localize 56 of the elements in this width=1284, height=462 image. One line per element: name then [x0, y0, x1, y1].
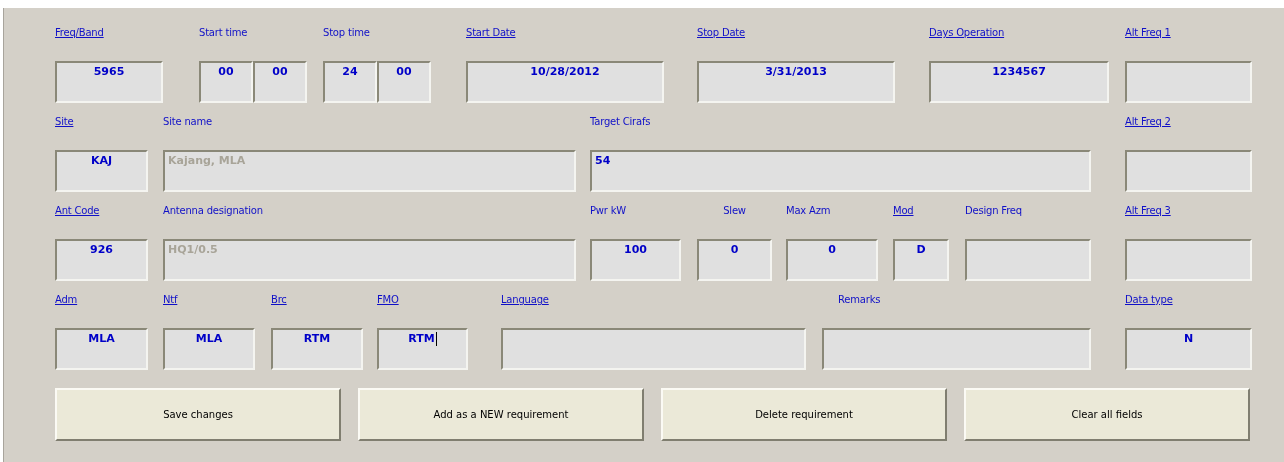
input-field[interactable]: N — [1125, 328, 1252, 370]
input-field[interactable]: RTM — [377, 328, 468, 370]
action-button[interactable]: Add as a NEW requirement — [358, 388, 644, 441]
input-field[interactable] — [1125, 239, 1252, 281]
field-link[interactable]: FMO — [377, 293, 399, 307]
field-link[interactable]: Site — [55, 115, 74, 129]
input-field[interactable]: MLA — [55, 328, 148, 370]
field-link[interactable]: Mod — [893, 204, 914, 218]
field-link[interactable]: Adm — [55, 293, 78, 307]
input-field[interactable] — [822, 328, 1091, 370]
input-field[interactable] — [965, 239, 1091, 281]
action-button[interactable]: Save changes — [55, 388, 341, 441]
input-field[interactable]: D — [893, 239, 949, 281]
field-link[interactable]: Alt Freq 2 — [1125, 115, 1171, 129]
field-link[interactable]: Alt Freq 3 — [1125, 204, 1171, 218]
input-field[interactable]: 0 — [786, 239, 878, 281]
input-field[interactable] — [1125, 61, 1252, 103]
field-link[interactable]: Ntf — [163, 293, 178, 307]
input-field[interactable]: 00 — [253, 61, 307, 103]
input-field[interactable]: 24 — [323, 61, 377, 103]
field-label: Start time — [199, 26, 248, 40]
field-label: Remarks — [838, 293, 881, 307]
field-link[interactable]: Start Date — [466, 26, 516, 40]
field-label: Max Azm — [786, 204, 831, 218]
input-field[interactable]: 0 — [697, 239, 772, 281]
input-field[interactable]: 54 — [590, 150, 1091, 192]
input-field[interactable]: 00 — [199, 61, 253, 103]
input-field[interactable]: 100 — [590, 239, 681, 281]
action-button[interactable]: Clear all fields — [964, 388, 1250, 441]
field-link[interactable]: Language — [501, 293, 549, 307]
field-link[interactable]: Days Operation — [929, 26, 1005, 40]
input-field[interactable]: 00 — [377, 61, 431, 103]
field-link[interactable]: Stop Date — [697, 26, 745, 40]
input-field[interactable]: 926 — [55, 239, 148, 281]
input-field[interactable]: 5965 — [55, 61, 163, 103]
field-link[interactable]: Alt Freq 1 — [1125, 26, 1171, 40]
field-link[interactable]: Freq/Band — [55, 26, 104, 40]
field-link[interactable]: Ant Code — [55, 204, 100, 218]
field-link[interactable]: Brc — [271, 293, 287, 307]
input-field[interactable]: 10/28/2012 — [466, 61, 664, 103]
input-field[interactable]: RTM — [271, 328, 363, 370]
field-label: Antenna designation — [163, 204, 263, 218]
field-label: Slew — [723, 204, 746, 218]
field-label: Target Cirafs — [590, 115, 651, 129]
input-field[interactable]: MLA — [163, 328, 255, 370]
field-link[interactable]: Data type — [1125, 293, 1173, 307]
input-field[interactable]: KAJ — [55, 150, 148, 192]
field-label: Pwr kW — [590, 204, 626, 218]
action-button[interactable]: Delete requirement — [661, 388, 947, 441]
field-label: Stop time — [323, 26, 370, 40]
input-field[interactable] — [501, 328, 806, 370]
field-label: Site name — [163, 115, 212, 129]
input-field[interactable]: 3/31/2013 — [697, 61, 895, 103]
field-label: Design Freq — [965, 204, 1022, 218]
input-field[interactable]: 1234567 — [929, 61, 1109, 103]
input-field[interactable] — [1125, 150, 1252, 192]
